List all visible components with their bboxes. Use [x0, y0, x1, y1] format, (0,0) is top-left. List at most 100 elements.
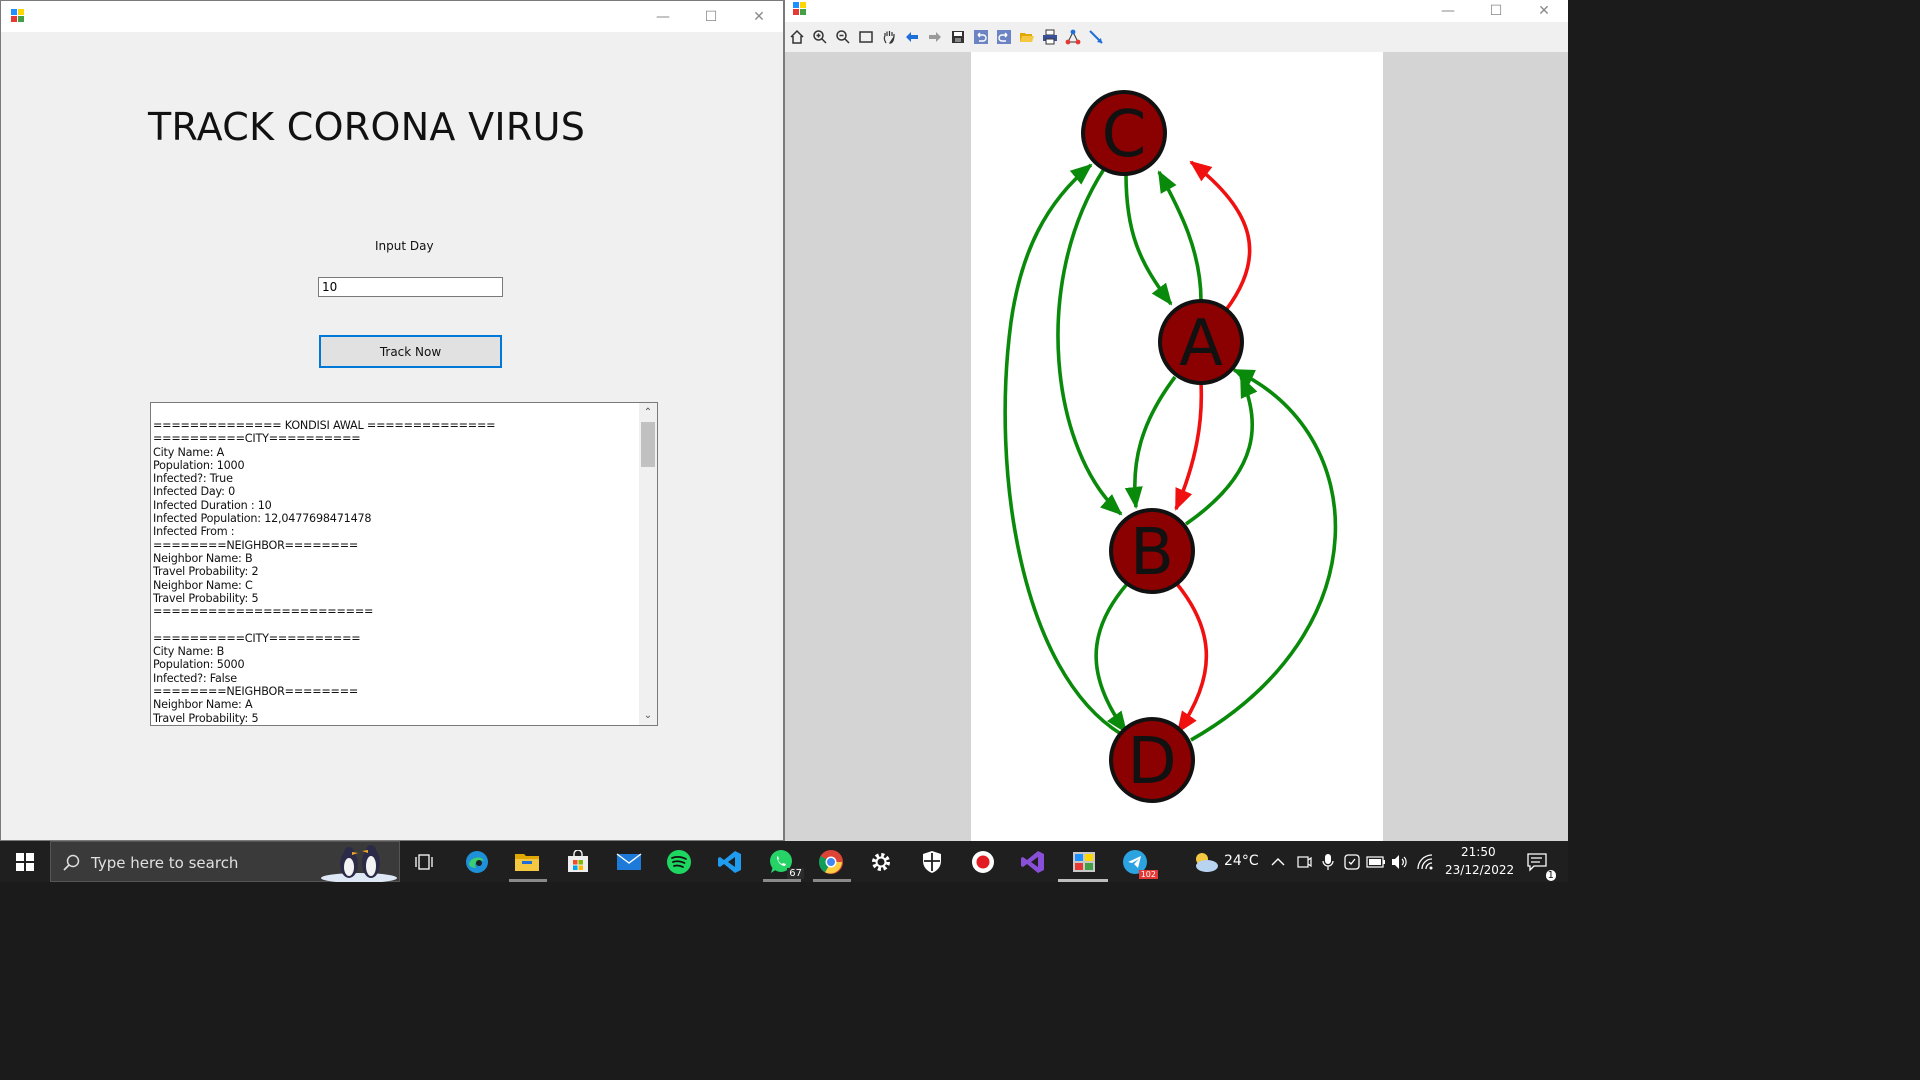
settings-gear-icon[interactable] [866, 847, 896, 877]
app-icon [11, 9, 25, 23]
output-line: Travel Probability: 2 [153, 565, 259, 579]
output-line: Infected?: False [153, 671, 237, 685]
camera-icon[interactable] [1292, 847, 1316, 877]
penguins-illustration-icon [321, 845, 397, 882]
active-app-indicator [1058, 879, 1108, 882]
node-label-a: A [1179, 307, 1223, 381]
output-scrollbar[interactable]: ⌃ ⌄ [639, 403, 657, 725]
edge-browser-icon[interactable] [462, 847, 492, 877]
redo-icon[interactable] [995, 28, 1013, 46]
input-day-field[interactable] [318, 277, 503, 297]
chrome-icon[interactable] [816, 847, 846, 877]
output-line: Infected Day: 0 [153, 485, 236, 499]
home-icon[interactable] [788, 28, 806, 46]
microsoft-store-icon[interactable] [563, 847, 593, 877]
battery-icon[interactable] [1364, 847, 1388, 877]
page-title: TRACK CORONA VIRUS [148, 105, 586, 149]
taskbar: Type here to search 67 102 24°C 21:50 23… [0, 841, 1568, 882]
forward-arrow-icon[interactable] [926, 28, 944, 46]
vpn-icon[interactable] [1340, 847, 1364, 877]
maximize-button[interactable]: ☐ [688, 1, 734, 32]
show-hidden-icons-chevron-icon[interactable] [1266, 847, 1290, 877]
viewer-maximize-button[interactable]: ☐ [1473, 0, 1519, 22]
minimize-button[interactable]: — [640, 1, 686, 32]
viewer-app-icon [793, 2, 807, 16]
scroll-up-icon[interactable]: ⌃ [639, 404, 657, 421]
edge-a-to-b-red [1174, 382, 1204, 511]
file-explorer-icon[interactable] [512, 847, 542, 877]
output-line: ======================== [153, 605, 374, 619]
screen-recorder-icon[interactable] [968, 847, 998, 877]
temperature-text[interactable]: 24°C [1224, 853, 1259, 869]
pan-hand-icon[interactable] [880, 28, 898, 46]
output-line: Infected?: True [153, 472, 233, 486]
edge-b-to-d-green [1094, 582, 1129, 734]
save-icon[interactable] [949, 28, 967, 46]
edge-c-to-a-green [1124, 173, 1173, 306]
search-icon [63, 854, 80, 871]
edge-a-to-c-green [1157, 170, 1203, 302]
print-icon[interactable] [1041, 28, 1059, 46]
windows-icon [16, 853, 34, 871]
vscode-icon[interactable] [715, 847, 745, 877]
zoom-box-icon[interactable] [857, 28, 875, 46]
clock-time[interactable]: 21:50 [1461, 845, 1496, 859]
left-title-bar[interactable]: — ☐ ✕ [1, 1, 783, 32]
output-line: Neighbor Name: B [153, 551, 253, 565]
output-line: Infected Population: 12,0477698471478 [153, 512, 372, 526]
running-app-icon[interactable] [1069, 847, 1099, 877]
undo-icon[interactable] [972, 28, 990, 46]
open-folder-icon[interactable] [1018, 28, 1036, 46]
output-line: ========NEIGHBOR======== [153, 684, 359, 698]
search-placeholder: Type here to search [91, 854, 239, 872]
wifi-icon[interactable] [1414, 847, 1438, 877]
task-view-icon[interactable] [410, 847, 440, 877]
track-now-button[interactable]: Track Now [319, 335, 502, 368]
layout-icon[interactable] [1064, 28, 1082, 46]
output-line: ========NEIGHBOR======== [153, 538, 359, 552]
close-button[interactable]: ✕ [736, 1, 782, 32]
zoom-in-icon[interactable] [811, 28, 829, 46]
node-label-d: D [1127, 725, 1176, 799]
edge-d-to-c-green [1003, 163, 1122, 736]
microphone-icon[interactable] [1316, 847, 1340, 877]
graph-canvas[interactable]: C A B D [971, 52, 1383, 841]
scroll-down-icon[interactable]: ⌄ [639, 707, 657, 724]
back-arrow-icon[interactable] [903, 28, 921, 46]
viewer-close-button[interactable]: ✕ [1521, 0, 1567, 22]
spotify-icon[interactable] [664, 847, 694, 877]
taskbar-search[interactable]: Type here to search [50, 841, 400, 882]
weather-icon[interactable] [1188, 847, 1222, 877]
tracker-window: — ☐ ✕ TRACK CORONA VIRUS Input Day Track… [0, 0, 784, 841]
output-line: ============== KONDISI AWAL ============… [153, 419, 496, 432]
security-shield-icon[interactable] [917, 847, 947, 877]
right-title-bar[interactable]: — ☐ ✕ [785, 0, 1568, 22]
zoom-out-icon[interactable] [834, 28, 852, 46]
output-line: Travel Probability: 5 [153, 711, 259, 725]
viewer-toolbar [785, 22, 1568, 52]
telegram-icon[interactable]: 102 [1120, 847, 1158, 879]
output-line: Neighbor Name: A [153, 698, 253, 712]
node-label-c: C [1102, 98, 1147, 172]
mail-icon[interactable] [614, 847, 644, 877]
output-line: Neighbor Name: C [153, 578, 253, 592]
visual-studio-icon[interactable] [1018, 847, 1048, 877]
notification-count: 1 [1545, 870, 1556, 881]
graph-viewer-window: — ☐ ✕ C A B D [784, 0, 1568, 841]
whatsapp-icon[interactable]: 67 [766, 847, 804, 879]
edges-layer [1003, 160, 1338, 742]
edge-c-to-b-green [1056, 168, 1123, 516]
output-line: Infected From : [153, 525, 235, 539]
notification-center-icon[interactable]: 1 [1522, 847, 1556, 881]
clock-date[interactable]: 23/12/2022 [1445, 863, 1514, 877]
output-line: Travel Probability: 5 [153, 591, 259, 605]
viewer-minimize-button[interactable]: — [1425, 0, 1471, 22]
start-button[interactable] [10, 847, 40, 877]
node-label-b: B [1130, 516, 1174, 590]
whatsapp-active-indicator [763, 879, 801, 882]
scroll-thumb[interactable] [641, 422, 655, 467]
edge-tool-icon[interactable] [1087, 28, 1105, 46]
output-textbox[interactable]: ============== KONDISI AWAL ============… [150, 402, 658, 726]
volume-icon[interactable] [1388, 847, 1412, 877]
